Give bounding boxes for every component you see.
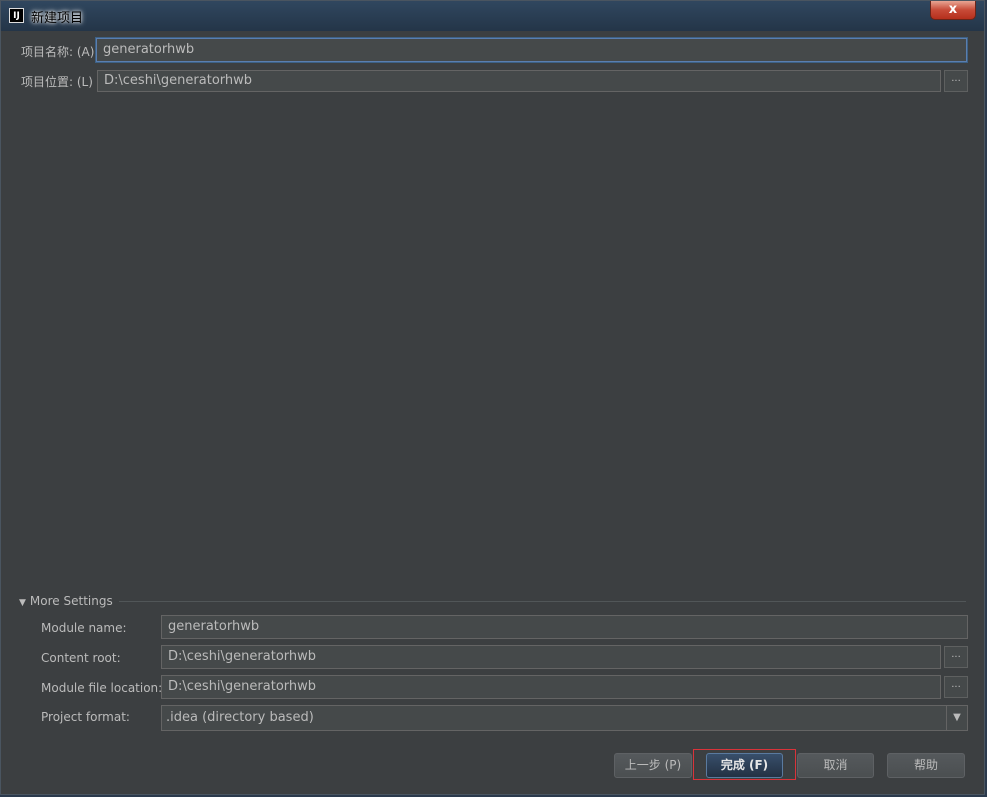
content-root-label: Content root: [41, 651, 121, 665]
triangle-down-icon: ▼ [19, 598, 26, 608]
new-project-dialog: IJ 新建项目 x 项目名称: (A) generatorhwb 项目位置: (… [0, 0, 985, 795]
module-name-label: Module name: [41, 621, 127, 635]
window-title: 新建项目 [31, 11, 84, 26]
project-format-label: Project format: [41, 710, 130, 724]
content-root-browse-button[interactable]: ... [944, 646, 968, 668]
content-root-input[interactable]: D:\ceshi\generatorhwb [161, 645, 941, 669]
module-file-location-label: Module file location: [41, 681, 163, 695]
previous-button[interactable]: 上一步 (P) [614, 753, 692, 778]
finish-button[interactable]: 完成 (F) [706, 753, 783, 778]
project-location-label: 项目位置: (L) [21, 75, 93, 89]
dialog-content: 项目名称: (A) generatorhwb 项目位置: (L) D:\cesh… [9, 31, 980, 788]
intellij-logo-icon: IJ [9, 8, 24, 23]
title-bar: IJ 新建项目 x [1, 1, 984, 31]
more-settings-label: More Settings [29, 594, 113, 608]
project-name-input[interactable]: generatorhwb [96, 38, 967, 62]
project-location-browse-button[interactable]: ... [944, 70, 968, 92]
chevron-down-icon[interactable]: ▼ [946, 706, 967, 730]
help-button[interactable]: 帮助 [887, 753, 965, 778]
cancel-button[interactable]: 取消 [797, 753, 874, 778]
module-file-location-input[interactable]: D:\ceshi\generatorhwb [161, 675, 941, 699]
close-button[interactable]: x [930, 1, 976, 20]
more-settings-toggle[interactable]: ▼ More Settings [19, 594, 113, 608]
module-name-input[interactable]: generatorhwb [161, 615, 968, 639]
project-name-label: 项目名称: (A) [21, 45, 95, 59]
project-format-value: .idea (directory based) [166, 710, 314, 725]
section-divider [119, 601, 966, 602]
module-file-location-browse-button[interactable]: ... [944, 676, 968, 698]
project-format-select[interactable]: .idea (directory based) ▼ [161, 705, 968, 731]
project-location-input[interactable]: D:\ceshi\generatorhwb [97, 70, 941, 92]
